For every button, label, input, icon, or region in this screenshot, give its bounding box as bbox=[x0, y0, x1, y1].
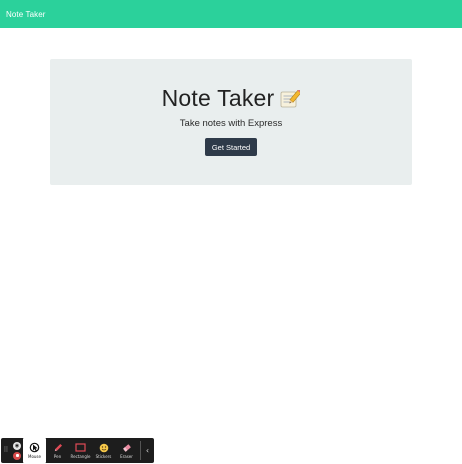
get-started-button[interactable]: Get Started bbox=[204, 138, 258, 156]
hero-panel: Note Taker Take notes with Express Get S… bbox=[50, 59, 412, 185]
tool-mouse[interactable]: Mouse bbox=[23, 438, 46, 463]
rectangle-icon bbox=[75, 442, 86, 453]
sticker-icon bbox=[99, 442, 109, 453]
mouse-pointer-icon bbox=[29, 442, 40, 453]
tool-eraser[interactable]: Eraser bbox=[115, 438, 138, 463]
memo-emoji-icon bbox=[280, 88, 303, 108]
toolbar-mini-buttons: ◉ bbox=[11, 438, 23, 463]
tool-label: Mouse bbox=[28, 454, 41, 459]
pen-icon bbox=[53, 442, 63, 453]
page-title: Note Taker bbox=[161, 85, 275, 111]
camera-toggle-icon[interactable]: ◉ bbox=[13, 441, 21, 450]
eraser-icon bbox=[122, 442, 132, 453]
tool-stickers[interactable]: Stickers bbox=[92, 438, 115, 463]
hero-title-row: Note Taker bbox=[161, 85, 303, 112]
hero-subtitle: Take notes with Express bbox=[179, 118, 283, 129]
drawing-toolbar: ⠿ ◉ Mouse Pen Rectangle Stickers Eraser … bbox=[1, 438, 154, 463]
tool-label: Stickers bbox=[95, 454, 112, 459]
tool-pen[interactable]: Pen bbox=[46, 438, 69, 463]
tool-label: Pen bbox=[53, 454, 62, 459]
tool-label: Eraser bbox=[120, 454, 133, 459]
tool-label: Rectangle bbox=[70, 454, 91, 459]
tool-rectangle[interactable]: Rectangle bbox=[69, 438, 92, 463]
record-stop-icon[interactable] bbox=[13, 451, 21, 460]
toolbar-divider bbox=[140, 441, 141, 460]
chevron-left-icon[interactable]: ‹ bbox=[143, 438, 152, 463]
drag-grip-icon[interactable]: ⠿ bbox=[1, 438, 11, 463]
navbar: Note Taker bbox=[0, 0, 462, 28]
navbar-brand[interactable]: Note Taker bbox=[6, 10, 46, 19]
